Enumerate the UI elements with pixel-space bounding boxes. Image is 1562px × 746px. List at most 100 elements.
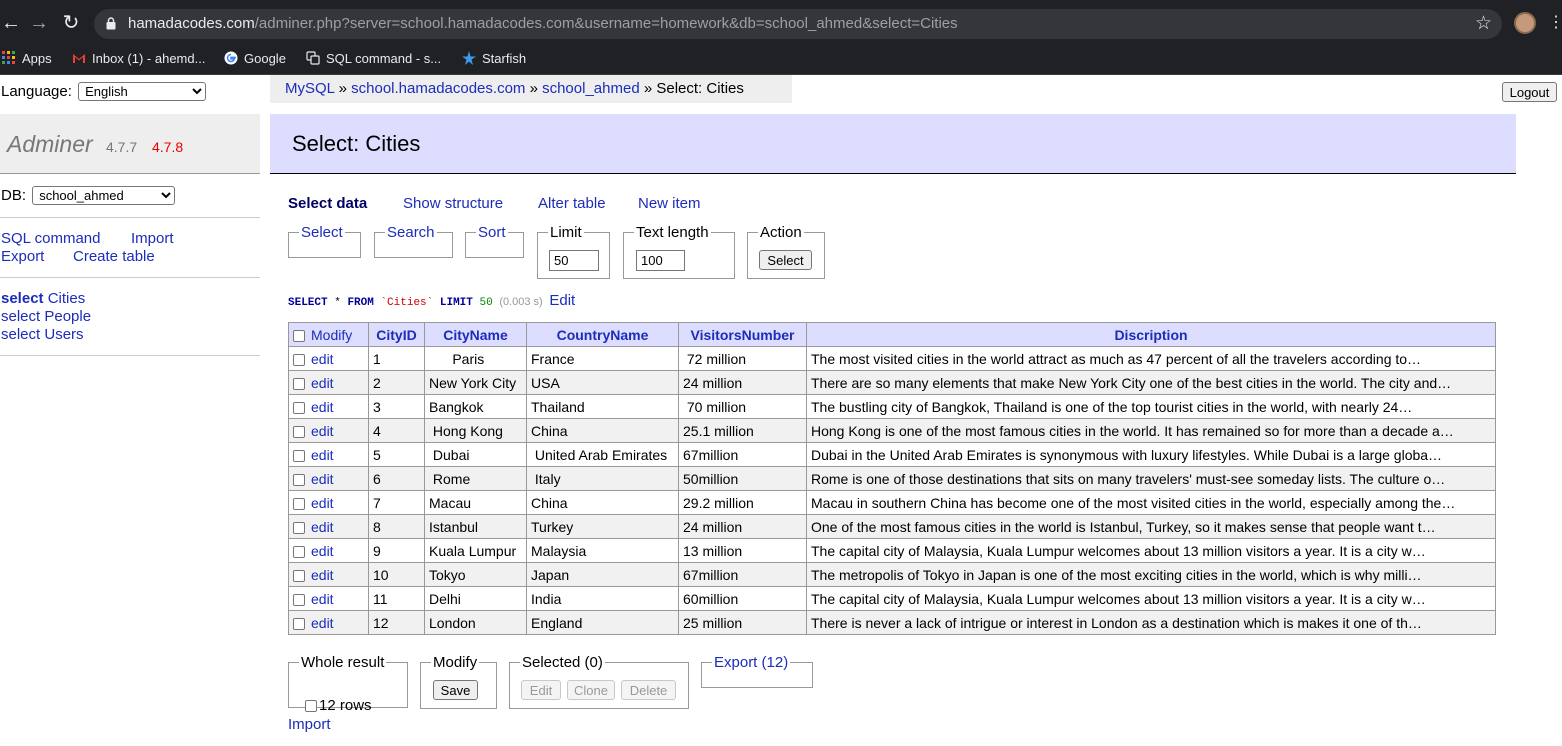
row-edit-link[interactable]: edit bbox=[311, 375, 334, 391]
row-checkbox[interactable] bbox=[293, 353, 305, 366]
all-rows-option[interactable]: 12 rows bbox=[305, 697, 372, 714]
delete-button[interactable]: Delete bbox=[621, 680, 676, 700]
row-checkbox[interactable] bbox=[293, 617, 305, 630]
search-link[interactable]: Search bbox=[387, 224, 435, 241]
row-edit-link[interactable]: edit bbox=[311, 351, 334, 367]
edit-query-link[interactable]: Edit bbox=[549, 292, 575, 309]
export-link[interactable]: Export bbox=[1, 248, 44, 265]
export-results-link[interactable]: Export (12) bbox=[714, 654, 788, 671]
row-checkbox[interactable] bbox=[293, 569, 305, 582]
language-select[interactable]: English bbox=[78, 82, 207, 101]
breadcrumb-server[interactable]: school.hamadacodes.com bbox=[351, 80, 525, 97]
cell-cityname: Delhi bbox=[424, 586, 527, 611]
edit-selected-button[interactable]: Edit bbox=[521, 680, 561, 700]
column-link-cityid[interactable]: CityID bbox=[376, 327, 416, 343]
forward-icon[interactable]: → bbox=[28, 12, 50, 34]
row-edit-link[interactable]: edit bbox=[311, 471, 334, 487]
cell-discription: One of the most famous cities in the wor… bbox=[806, 514, 1496, 539]
table-item-cities[interactable]: select Cities bbox=[1, 290, 85, 307]
tab-alter-table[interactable]: Alter table bbox=[538, 195, 606, 212]
column-header[interactable]: CityName bbox=[424, 322, 527, 347]
table-name-link[interactable]: Cities bbox=[48, 290, 86, 307]
back-icon[interactable]: ← bbox=[0, 12, 22, 34]
url-host: hamadacodes.com bbox=[128, 15, 255, 32]
row-edit-link[interactable]: edit bbox=[311, 495, 334, 511]
row-checkbox[interactable] bbox=[293, 449, 305, 462]
reload-icon[interactable]: ↻ bbox=[60, 12, 82, 34]
table-item-users[interactable]: select Users bbox=[1, 326, 84, 343]
text-length-input[interactable] bbox=[636, 250, 685, 271]
table-name-link[interactable]: Users bbox=[44, 326, 83, 343]
column-header[interactable]: CountryName bbox=[526, 322, 679, 347]
cell-cityid: 10 bbox=[368, 562, 425, 587]
create-table-link[interactable]: Create table bbox=[73, 248, 155, 265]
row-edit-link[interactable]: edit bbox=[311, 543, 334, 559]
bookmark-sql-command[interactable]: SQL command - s... bbox=[306, 48, 441, 70]
save-button[interactable]: Save bbox=[433, 680, 478, 700]
row-modify-cell: edit bbox=[288, 610, 369, 635]
all-rows-checkbox[interactable] bbox=[305, 700, 317, 712]
limit-input[interactable] bbox=[549, 250, 599, 271]
row-checkbox[interactable] bbox=[293, 401, 305, 414]
column-link-visitorsnumber[interactable]: VisitorsNumber bbox=[691, 327, 795, 343]
bookmark-label: Inbox (1) - ahemd... bbox=[92, 51, 206, 66]
column-link-cityname[interactable]: CityName bbox=[443, 327, 508, 343]
tab-show-structure[interactable]: Show structure bbox=[403, 195, 503, 212]
select-submit-button[interactable]: Select bbox=[759, 250, 812, 270]
db-select[interactable]: school_ahmed bbox=[32, 186, 176, 205]
row-edit-link[interactable]: edit bbox=[311, 423, 334, 439]
select-table-link[interactable]: select bbox=[1, 326, 40, 343]
column-header[interactable]: CityID bbox=[368, 322, 425, 347]
select-table-link[interactable]: select bbox=[1, 290, 44, 307]
cell-discription: The bustling city of Bangkok, Thailand i… bbox=[806, 394, 1496, 419]
row-edit-link[interactable]: edit bbox=[311, 399, 334, 415]
row-checkbox[interactable] bbox=[293, 521, 305, 534]
row-checkbox[interactable] bbox=[293, 377, 305, 390]
sidebar-divider bbox=[0, 217, 260, 218]
breadcrumb-db[interactable]: school_ahmed bbox=[542, 80, 640, 97]
column-link-discription[interactable]: Discription bbox=[1114, 327, 1187, 343]
import-data-link[interactable]: Import bbox=[288, 716, 331, 733]
address-bar[interactable]: hamadacodes.com/adminer.php?server=schoo… bbox=[94, 9, 1502, 39]
bookmark-label: SQL command - s... bbox=[326, 51, 442, 66]
column-header[interactable]: VisitorsNumber bbox=[678, 322, 807, 347]
row-modify-cell: edit bbox=[288, 562, 369, 587]
select-table-link[interactable]: select bbox=[1, 308, 40, 325]
import-link[interactable]: Import bbox=[131, 230, 174, 247]
new-version-link[interactable]: 4.7.8 bbox=[152, 139, 183, 155]
row-edit-link[interactable]: edit bbox=[311, 615, 334, 631]
column-link-countryname[interactable]: CountryName bbox=[557, 327, 649, 343]
row-checkbox[interactable] bbox=[293, 593, 305, 606]
sql-command-link[interactable]: SQL command bbox=[1, 230, 101, 247]
row-modify-cell: edit bbox=[288, 514, 369, 539]
row-edit-link[interactable]: edit bbox=[311, 591, 334, 607]
column-header[interactable]: Discription bbox=[806, 322, 1496, 347]
table-name-link[interactable]: People bbox=[44, 308, 91, 325]
tab-select-data[interactable]: Select data bbox=[288, 195, 367, 212]
table-item-people[interactable]: select People bbox=[1, 308, 91, 325]
row-edit-link[interactable]: edit bbox=[311, 447, 334, 463]
cell-discription: Dubai in the United Arab Emirates is syn… bbox=[806, 442, 1496, 467]
adminer-logo-link[interactable]: Adminer bbox=[7, 131, 93, 158]
row-checkbox[interactable] bbox=[293, 497, 305, 510]
row-checkbox[interactable] bbox=[293, 545, 305, 558]
profile-avatar[interactable] bbox=[1514, 12, 1536, 34]
tab-new-item[interactable]: New item bbox=[638, 195, 701, 212]
bookmark-starfish[interactable]: Starfish bbox=[462, 48, 526, 70]
bookmark-gmail[interactable]: Inbox (1) - ahemd... bbox=[72, 48, 205, 70]
bookmark-label: Starfish bbox=[482, 51, 527, 66]
row-checkbox[interactable] bbox=[293, 425, 305, 438]
logout-button[interactable]: Logout bbox=[1502, 82, 1557, 102]
select-columns-link[interactable]: Select bbox=[301, 224, 343, 241]
breadcrumb-mysql[interactable]: MySQL bbox=[285, 80, 334, 97]
bookmark-google[interactable]: Google bbox=[224, 48, 286, 70]
clone-button[interactable]: Clone bbox=[567, 680, 615, 700]
row-checkbox[interactable] bbox=[293, 473, 305, 486]
row-edit-link[interactable]: edit bbox=[311, 519, 334, 535]
row-edit-link[interactable]: edit bbox=[311, 567, 334, 583]
browser-menu-icon[interactable]: ⋮ bbox=[1548, 13, 1562, 33]
select-all-checkbox[interactable] bbox=[293, 329, 305, 342]
bookmark-star-icon[interactable]: ☆ bbox=[1475, 12, 1492, 35]
sort-link[interactable]: Sort bbox=[478, 224, 506, 241]
bookmark-apps[interactable]: Apps bbox=[2, 48, 52, 70]
